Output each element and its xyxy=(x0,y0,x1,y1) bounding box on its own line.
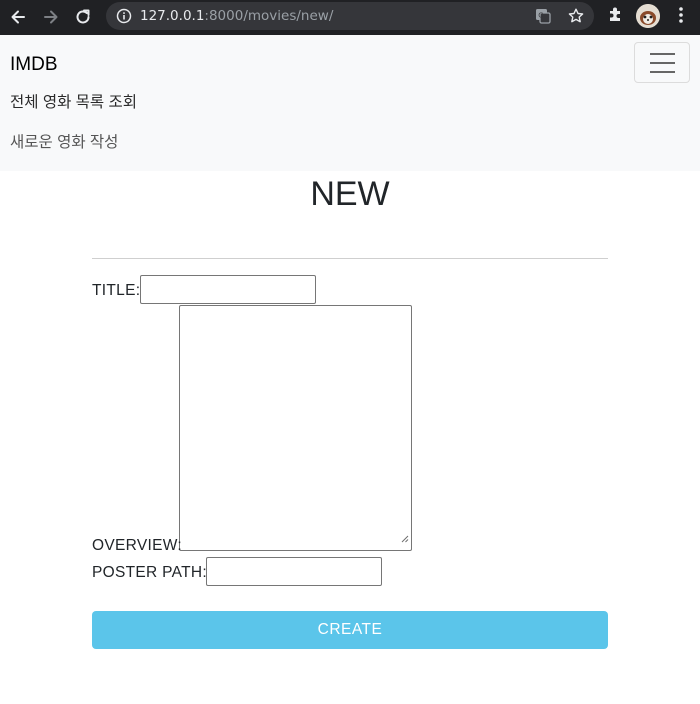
svg-text:G: G xyxy=(538,12,543,20)
forward-arrow-icon[interactable] xyxy=(38,4,64,30)
navbar-brand[interactable]: IMDB xyxy=(10,54,58,76)
hamburger-line-icon xyxy=(649,61,675,64)
url-text: 127.0.0.1:8000/movies/new/ xyxy=(140,8,333,24)
nav-link-movie-list[interactable]: 전체 영화 목록 조회 xyxy=(10,93,137,113)
url-path: :8000/movies/new/ xyxy=(204,8,334,24)
resize-handle-icon[interactable] xyxy=(401,530,409,548)
nav-link-new-movie[interactable]: 새로운 영화 작성 xyxy=(10,133,118,153)
reload-icon[interactable] xyxy=(70,4,96,30)
poster-path-input[interactable] xyxy=(206,557,382,586)
browser-toolbar: 127.0.0.1:8000/movies/new/ G xyxy=(0,0,700,35)
navbar-toggler-button[interactable] xyxy=(634,42,690,83)
translate-icon[interactable]: G xyxy=(534,7,552,30)
hamburger-line-icon xyxy=(649,52,675,55)
browser-menu-icon[interactable] xyxy=(674,5,688,30)
profile-avatar[interactable] xyxy=(636,4,660,28)
site-navbar: IMDB 전체 영화 목록 조회 새로운 영화 작성 xyxy=(0,35,700,171)
create-button[interactable]: CREATE xyxy=(92,611,608,649)
title-label: TITLE: xyxy=(92,282,141,299)
address-bar[interactable]: 127.0.0.1:8000/movies/new/ G xyxy=(106,2,594,30)
url-host: 127.0.0.1 xyxy=(140,8,205,24)
hamburger-line-icon xyxy=(649,70,675,73)
title-input[interactable] xyxy=(140,275,316,304)
overview-textarea[interactable] xyxy=(179,305,412,551)
back-arrow-icon[interactable] xyxy=(5,4,31,30)
site-info-icon[interactable] xyxy=(116,8,132,29)
divider xyxy=(92,258,608,259)
extensions-puzzle-icon[interactable] xyxy=(606,5,626,30)
page-title: NEW xyxy=(310,175,390,213)
bookmark-star-icon[interactable] xyxy=(567,7,585,30)
overview-label: OVERVIEW: xyxy=(92,537,182,554)
poster-path-label: POSTER PATH: xyxy=(92,564,207,581)
